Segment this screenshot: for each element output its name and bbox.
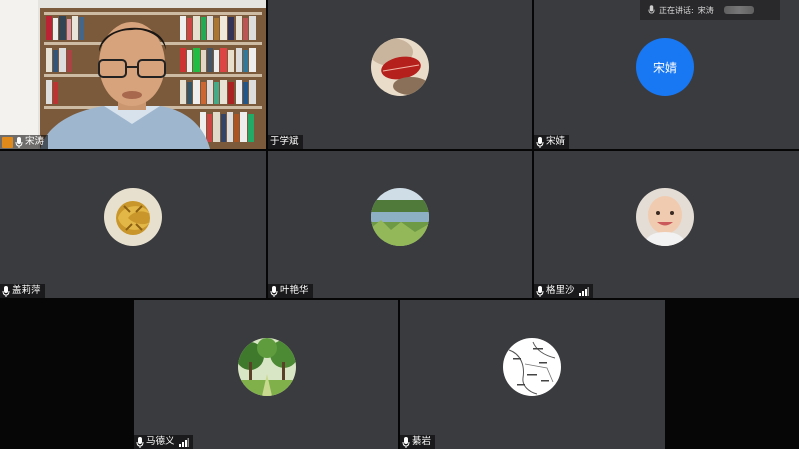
gold-ornament-avatar (104, 188, 162, 246)
microphone-icon (536, 285, 544, 297)
participant-name-label: 宋涛 (0, 135, 49, 149)
participant-name-label: 格里沙 (534, 284, 593, 298)
video-tile-songtao[interactable]: 宋涛 (0, 0, 266, 149)
video-tile-yeyanhua[interactable]: 叶艳华 (268, 151, 532, 298)
video-tile-madeyi[interactable]: 马德义 (134, 300, 398, 449)
participant-name-label: 马德义 (134, 435, 193, 449)
host-badge-icon (2, 136, 13, 148)
baby-photo-avatar (636, 188, 694, 246)
participant-name-label: 盖莉萍 (0, 284, 45, 298)
participant-name-label: 綦岩 (400, 435, 436, 449)
microphone-icon (402, 436, 410, 448)
participant-name-label: 叶艳华 (268, 284, 313, 298)
video-tile-songjing[interactable]: 宋婧 宋婧 (534, 0, 799, 149)
microphone-icon (270, 285, 278, 297)
microphone-icon (136, 436, 144, 448)
speaking-indicator: 正在讲话: 宋涛 (640, 0, 780, 20)
video-tile-yuxuebin[interactable]: 于学斌 (268, 0, 532, 149)
signal-strength-icon (578, 286, 589, 296)
participant-video-feed (0, 0, 266, 149)
video-tile-gelisha[interactable]: 格里沙 (534, 151, 799, 298)
participant-name-label: 宋婧 (534, 135, 570, 149)
microphone-icon (15, 136, 23, 148)
map-sketch-avatar (503, 338, 561, 396)
signal-strength-icon (178, 437, 189, 447)
video-tile-gailiping[interactable]: 盖莉萍 (0, 151, 266, 298)
microphone-icon (2, 285, 10, 297)
video-tile-qiyan[interactable]: 綦岩 (400, 300, 665, 449)
forest-photo-avatar (238, 338, 296, 396)
red-leaf-avatar (371, 38, 429, 96)
lake-photo-avatar (371, 188, 429, 246)
microphone-icon (648, 5, 655, 14)
participant-name-label: 于学斌 (268, 135, 303, 149)
microphone-icon (536, 136, 544, 148)
text-avatar: 宋婧 (636, 38, 694, 96)
blurred-speaker-names (723, 6, 754, 14)
